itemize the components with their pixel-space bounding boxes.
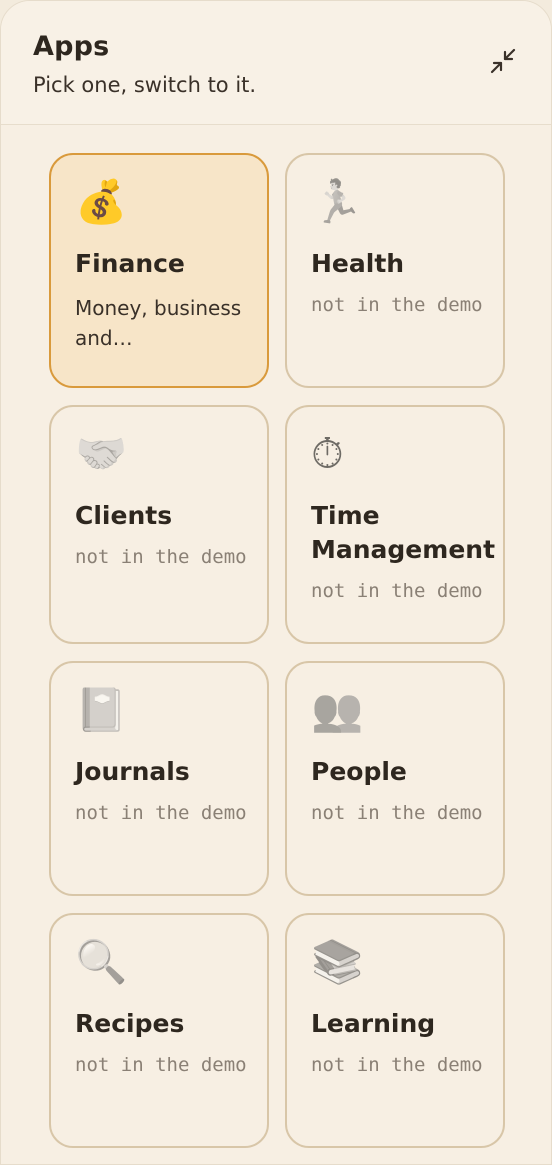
- app-description: not in the demo: [311, 294, 483, 316]
- app-name: Finance: [75, 249, 185, 278]
- panel-title: Apps: [33, 31, 110, 62]
- app-card-journals[interactable]: 📔 Journals not in the demo: [49, 661, 269, 896]
- app-card-clients[interactable]: 🤝 Clients not in the demo: [49, 405, 269, 644]
- app-card-finance[interactable]: 💰 Finance Money, business and…: [49, 153, 269, 388]
- apps-header: Apps Pick one, switch to it.: [1, 1, 551, 125]
- app-description: not in the demo: [311, 580, 483, 602]
- collapse-arrows-icon: [490, 48, 516, 74]
- collapse-button[interactable]: [483, 41, 523, 81]
- app-description: Money, business and…: [75, 296, 242, 350]
- app-description: not in the demo: [311, 802, 483, 824]
- app-name: Health: [311, 249, 405, 278]
- money-bag-icon: 💰: [75, 177, 128, 226]
- notebook-icon: 📔: [75, 685, 128, 734]
- panel-subtitle: Pick one, switch to it.: [33, 73, 257, 97]
- app-card-learning[interactable]: 📚 Learning not in the demo: [285, 913, 505, 1148]
- app-name: Recipes: [75, 1009, 185, 1038]
- app-description: not in the demo: [75, 546, 247, 568]
- people-icon: 👥: [311, 685, 364, 734]
- app-card-health[interactable]: 🏃 Health not in the demo: [285, 153, 505, 388]
- stopwatch-icon: ⏱: [311, 429, 344, 478]
- app-name: Learning: [311, 1009, 436, 1038]
- apps-panel: Apps Pick one, switch to it. 💰 Finance M…: [0, 0, 552, 1165]
- magnifier-icon: 🔍: [75, 937, 128, 986]
- app-name: Clients: [75, 501, 173, 530]
- app-description: not in the demo: [75, 1054, 247, 1076]
- books-icon: 📚: [311, 937, 364, 986]
- app-card-people[interactable]: 👥 People not in the demo: [285, 661, 505, 896]
- runner-icon: 🏃: [311, 177, 364, 226]
- app-name: People: [311, 757, 407, 786]
- app-name: Time Management: [311, 501, 496, 564]
- app-description: not in the demo: [311, 1054, 483, 1076]
- app-card-recipes[interactable]: 🔍 Recipes not in the demo: [49, 913, 269, 1148]
- app-description: not in the demo: [75, 802, 247, 824]
- app-name: Journals: [75, 757, 190, 786]
- app-card-time-management[interactable]: ⏱ Time Management not in the demo: [285, 405, 505, 644]
- handshake-icon: 🤝: [75, 429, 128, 478]
